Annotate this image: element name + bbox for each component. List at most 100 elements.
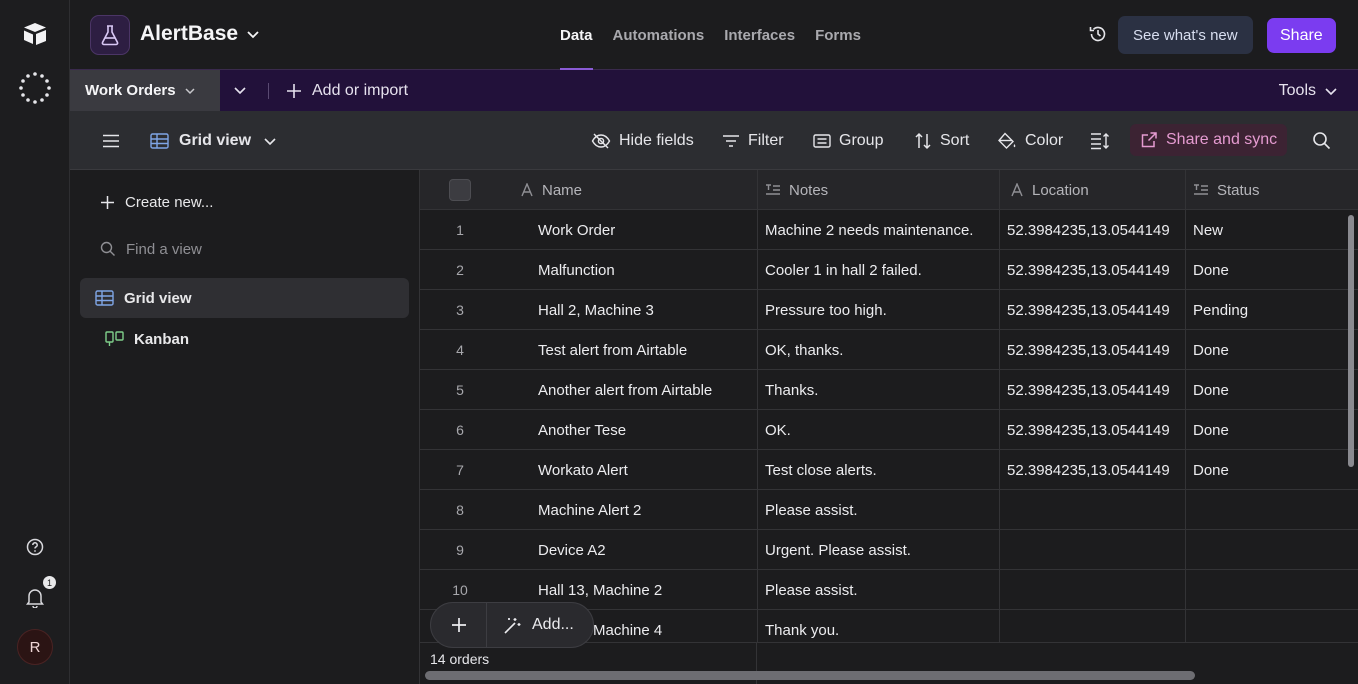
table-row[interactable]: 2 Malfunction Cooler 1 in hall 2 failed.…: [420, 250, 1358, 290]
add-with-ai-button[interactable]: Add...: [487, 616, 574, 635]
tab-forms[interactable]: Forms: [815, 0, 861, 70]
cell-status[interactable]: Done: [1186, 410, 1358, 450]
cell-notes[interactable]: Thank you.: [758, 610, 1000, 642]
add-or-import-button[interactable]: Add or import: [286, 70, 408, 111]
cell-name[interactable]: Machine Alert 2: [500, 490, 758, 530]
select-all-checkbox[interactable]: [449, 179, 471, 201]
cell-notes[interactable]: OK, thanks.: [758, 330, 1000, 370]
base-name-button[interactable]: AlertBase: [140, 22, 260, 46]
sidebar-item-grid-view[interactable]: Grid view: [80, 278, 409, 318]
row-number: 3: [456, 302, 464, 318]
long-text-icon: [766, 184, 780, 195]
column-header-label: Status: [1217, 181, 1260, 199]
cell-location[interactable]: 52.3984235,13.0544149: [1000, 450, 1186, 490]
hide-fields-button[interactable]: Hide fields: [591, 111, 694, 170]
color-button[interactable]: Color: [997, 111, 1063, 170]
chevron-down-icon: [247, 31, 259, 39]
cell-name[interactable]: Malfunction: [500, 250, 758, 290]
cell-status[interactable]: New: [1186, 210, 1358, 250]
cell-location[interactable]: 52.3984235,13.0544149: [1000, 370, 1186, 410]
cell-status[interactable]: Done: [1186, 370, 1358, 410]
group-button[interactable]: Group: [813, 111, 883, 170]
cell-notes[interactable]: OK.: [758, 410, 1000, 450]
cell-location[interactable]: 52.3984235,13.0544149: [1000, 210, 1186, 250]
cell-name[interactable]: Test alert from Airtable: [500, 330, 758, 370]
cell-location[interactable]: 52.3984235,13.0544149: [1000, 330, 1186, 370]
table-tab-work-orders[interactable]: Work Orders: [70, 70, 220, 111]
table-row[interactable]: 6 Another Tese OK. 52.3984235,13.0544149…: [420, 410, 1358, 450]
cell-status[interactable]: Done: [1186, 450, 1358, 490]
cell-location[interactable]: 52.3984235,13.0544149: [1000, 250, 1186, 290]
table-row[interactable]: 5 Another alert from Airtable Thanks. 52…: [420, 370, 1358, 410]
airtable-logo-icon[interactable]: [0, 20, 70, 48]
notifications-bell-icon[interactable]: [0, 588, 70, 608]
cell-status[interactable]: [1186, 490, 1358, 530]
cell-notes[interactable]: Please assist.: [758, 570, 1000, 610]
cell-location[interactable]: 52.3984235,13.0544149: [1000, 410, 1186, 450]
add-record-plus-button[interactable]: [431, 602, 487, 648]
create-new-view-button[interactable]: Create new...: [80, 182, 409, 222]
help-icon[interactable]: [0, 538, 70, 556]
cell-location[interactable]: [1000, 570, 1186, 610]
whats-new-button[interactable]: See what's new: [1118, 16, 1253, 54]
cell-status[interactable]: [1186, 610, 1358, 642]
table-row[interactable]: 9 Device A2 Urgent. Please assist.: [420, 530, 1358, 570]
user-avatar[interactable]: R: [17, 629, 53, 665]
vertical-scrollbar[interactable]: [1348, 215, 1354, 467]
column-header-location[interactable]: Location: [1000, 170, 1186, 210]
row-number: 9: [456, 542, 464, 558]
table-row[interactable]: 8 Machine Alert 2 Please assist.: [420, 490, 1358, 530]
cell-location[interactable]: [1000, 610, 1186, 642]
cell-status[interactable]: Pending: [1186, 290, 1358, 330]
table-row[interactable]: 7 Workato Alert Test close alerts. 52.39…: [420, 450, 1358, 490]
cell-location[interactable]: [1000, 530, 1186, 570]
cell-name[interactable]: Workato Alert: [500, 450, 758, 490]
column-header-name[interactable]: Name: [500, 170, 758, 210]
color-label: Color: [1025, 131, 1064, 149]
table-row[interactable]: 3 Hall 2, Machine 3 Pressure too high. 5…: [420, 290, 1358, 330]
table-tabs-bar: Work Orders Add or import Tools: [70, 70, 1358, 111]
share-button[interactable]: Share: [1267, 18, 1336, 53]
cell-notes[interactable]: Machine 2 needs maintenance.: [758, 210, 1000, 250]
cell-name[interactable]: Work Order: [500, 210, 758, 250]
table-row[interactable]: 1 Work Order Machine 2 needs maintenance…: [420, 210, 1358, 250]
cell-notes[interactable]: Thanks.: [758, 370, 1000, 410]
cell-name[interactable]: Another alert from Airtable: [500, 370, 758, 410]
tab-data[interactable]: Data: [560, 0, 593, 70]
column-header-notes[interactable]: Notes: [758, 170, 1000, 210]
cell-notes[interactable]: Cooler 1 in hall 2 failed.: [758, 250, 1000, 290]
cell-status[interactable]: [1186, 530, 1358, 570]
all-tables-chevron-icon[interactable]: [230, 80, 250, 100]
sidebar-item-kanban[interactable]: Kanban: [80, 319, 409, 359]
tab-automations[interactable]: Automations: [613, 0, 705, 70]
cell-notes[interactable]: Urgent. Please assist.: [758, 530, 1000, 570]
cell-status[interactable]: Done: [1186, 250, 1358, 290]
tools-button[interactable]: Tools: [1279, 70, 1338, 111]
cell-name[interactable]: Hall 2, Machine 3: [500, 290, 758, 330]
cell-status[interactable]: Done: [1186, 330, 1358, 370]
tab-interfaces[interactable]: Interfaces: [724, 0, 795, 70]
cell-status[interactable]: [1186, 570, 1358, 610]
search-icon[interactable]: [1312, 111, 1331, 170]
sort-button[interactable]: Sort: [914, 111, 969, 170]
view-switcher-button[interactable]: Grid view: [150, 111, 277, 170]
cell-notes[interactable]: Please assist.: [758, 490, 1000, 530]
sidebar-toggle-icon[interactable]: [102, 111, 120, 170]
workspace-loader-icon[interactable]: [0, 72, 70, 104]
horizontal-scrollbar[interactable]: [425, 671, 1195, 680]
cell-notes[interactable]: Pressure too high.: [758, 290, 1000, 330]
cell-location[interactable]: [1000, 490, 1186, 530]
top-header: AlertBase Data Automations Interfaces Fo…: [70, 0, 1358, 70]
filter-button[interactable]: Filter: [722, 111, 784, 170]
share-and-sync-button[interactable]: Share and sync: [1130, 124, 1288, 156]
cell-notes[interactable]: Test close alerts.: [758, 450, 1000, 490]
cell-name[interactable]: Another Tese: [500, 410, 758, 450]
find-view-search[interactable]: Find a view: [80, 229, 409, 269]
row-height-icon[interactable]: [1090, 111, 1110, 170]
cell-name[interactable]: Device A2: [500, 530, 758, 570]
column-header-status[interactable]: Status: [1186, 170, 1358, 210]
cell-location[interactable]: 52.3984235,13.0544149: [1000, 290, 1186, 330]
filter-icon: [723, 134, 739, 147]
history-icon[interactable]: [1088, 24, 1108, 44]
table-row[interactable]: 4 Test alert from Airtable OK, thanks. 5…: [420, 330, 1358, 370]
